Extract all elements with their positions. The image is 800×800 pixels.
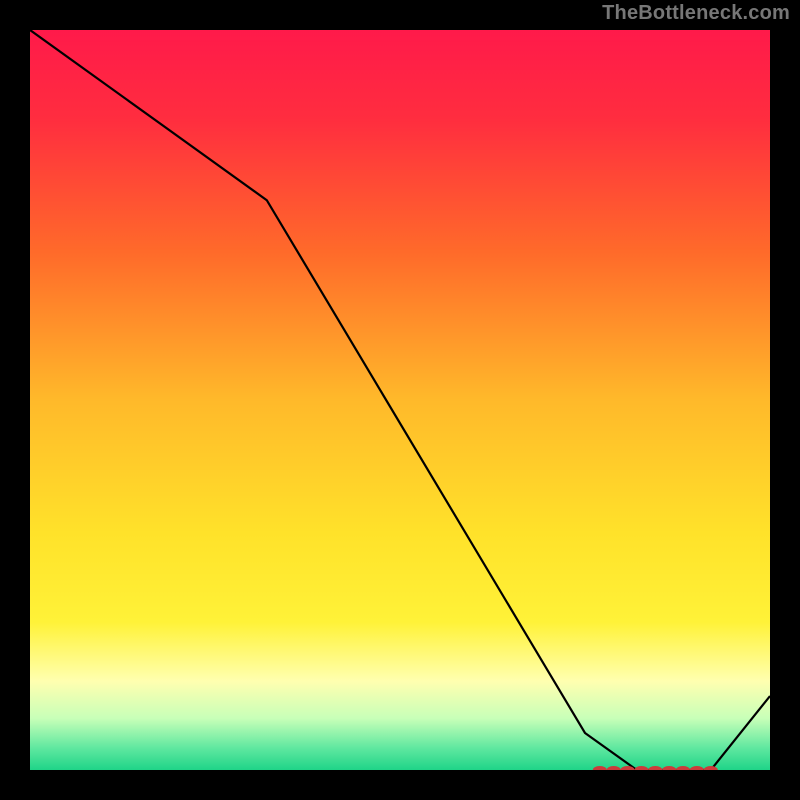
attribution-label: TheBottleneck.com [602,2,790,25]
plot-area [30,30,770,770]
gradient-background [30,30,770,770]
flat-region-markers [593,766,718,770]
chart-svg [30,30,770,770]
chart-container: TheBottleneck.com [0,0,800,800]
